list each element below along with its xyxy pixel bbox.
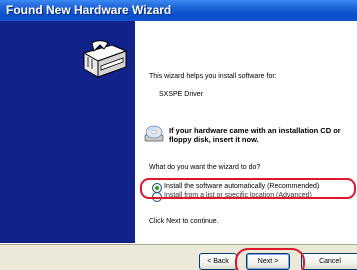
wizard-side-panel <box>0 21 135 243</box>
option-label: Install from a list or specific location… <box>164 192 312 199</box>
radio-selected-dot <box>155 186 159 190</box>
cancel-button[interactable]: Cancel <box>301 253 357 270</box>
back-button[interactable]: < Back <box>199 253 237 270</box>
title-bar[interactable]: Found New Hardware Wizard <box>0 0 357 21</box>
option-label: Install the software automatically (Reco… <box>164 183 320 190</box>
hardware-wizard-icon <box>82 40 128 78</box>
wizard-window: Found New Hardware Wizard This wizard he… <box>0 0 357 270</box>
intro-text: This wizard helps you install software f… <box>149 73 277 80</box>
question-text: What do you want the wizard to do? <box>149 164 261 171</box>
next-button[interactable]: Next > <box>246 253 290 270</box>
wizard-content: This wizard helps you install software f… <box>135 21 357 243</box>
radio-button[interactable] <box>152 192 162 202</box>
device-name: SXSPE Driver <box>159 91 203 98</box>
window-title: Found New Hardware Wizard <box>6 3 172 17</box>
cd-prompt: If your hardware came with an installati… <box>169 126 341 144</box>
cd-icon <box>144 125 164 142</box>
continue-text: Click Next to continue. <box>149 218 219 225</box>
